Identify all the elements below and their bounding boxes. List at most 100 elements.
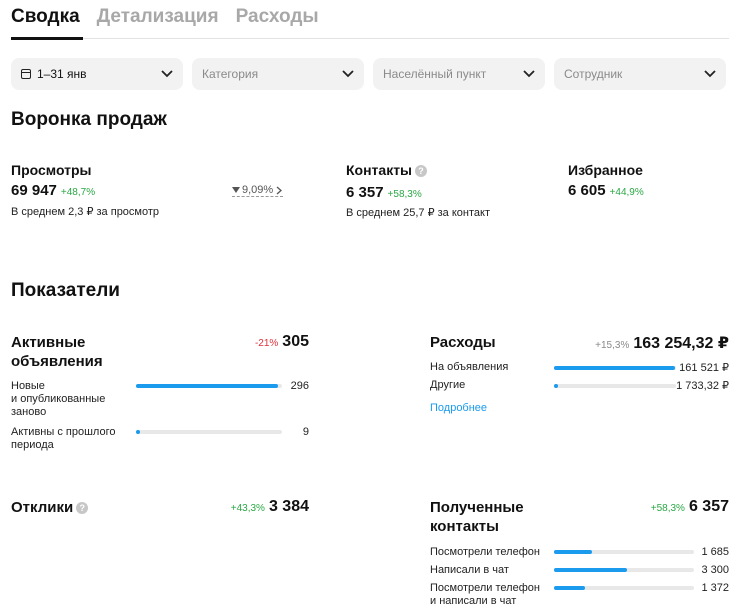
views-note: В среднем 2,3 ₽ за просмотр (11, 206, 160, 218)
bar-fill (554, 550, 592, 554)
contacts-number: 6 357 (346, 184, 384, 201)
locality-filter[interactable]: Населённый пункт (373, 58, 545, 90)
funnel-icon (232, 187, 240, 193)
active-tab-indicator (11, 37, 83, 40)
contacts-note: В среднем 25,7 ₽ за контакт (346, 207, 490, 219)
received-contacts-title-line1: Полученные (430, 499, 524, 516)
received-row-both-bar (554, 586, 694, 590)
calendar-icon (21, 69, 31, 79)
category-filter[interactable]: Категория (192, 58, 364, 90)
expenses-number: 163 254,32 ₽ (633, 335, 729, 352)
locality-filter-label: Населённый пункт (383, 67, 487, 81)
expenses-row-ads-bar (554, 366, 676, 370)
active-ads-title-line1: Активные (11, 334, 86, 351)
category-filter-label: Категория (202, 67, 259, 81)
received-contacts-title: Полученные контакты (430, 498, 524, 536)
bar-fill (136, 384, 278, 388)
active-ads-row-new-bar (136, 384, 282, 388)
active-ads-row-prev-label: Активны с прошлого периода (11, 426, 115, 452)
received-row-phone-bar (554, 550, 694, 554)
chevron-down-icon (523, 70, 535, 78)
active-ads-row-prev-bar (136, 430, 282, 434)
employee-filter-label: Сотрудник (564, 67, 623, 81)
responses-title: Отклики? (11, 498, 89, 517)
bar-fill (554, 366, 675, 370)
bar-fill (136, 430, 141, 434)
bar-fill (554, 586, 585, 590)
received-row-chat-label: Написали в чат (430, 564, 509, 576)
active-ads-number: 305 (282, 333, 309, 350)
bar-fill (554, 384, 558, 388)
received-contacts-number: 6 357 (688, 498, 729, 515)
responses-number: 3 384 (268, 498, 309, 515)
employee-filter[interactable]: Сотрудник (554, 58, 726, 90)
row-label-line: Посмотрели телефон (430, 582, 540, 594)
received-row-phone-label: Посмотрели телефон (430, 546, 540, 558)
funnel-title: Воронка продаж (11, 109, 167, 130)
views-value: 69 947 +48,7% (11, 182, 95, 199)
received-row-chat-value: 3 300 (701, 564, 729, 576)
received-contacts-title-line2: контакты (430, 518, 499, 535)
tab-bar: Сводка Детализация Расходы (11, 6, 319, 36)
row-label-line: и написали в чат (430, 595, 517, 607)
expenses-row-other-bar (554, 384, 676, 388)
info-icon[interactable]: ? (415, 165, 428, 178)
row-label-line: Активны с прошлого (11, 426, 116, 438)
chevron-down-icon (704, 70, 716, 78)
active-ads-delta: -21% (254, 338, 279, 349)
chevron-down-icon (342, 70, 354, 78)
received-row-phone-value: 1 685 (701, 546, 729, 558)
active-ads-title-line2: объявления (11, 353, 103, 370)
expenses-details-link[interactable]: Подробнее (430, 402, 487, 414)
indicators-title: Показатели (11, 280, 120, 301)
row-label-line: и опубликованные (11, 393, 106, 405)
active-ads-row-new-value: 296 (290, 380, 309, 392)
favorites-delta: +44,9% (609, 187, 644, 198)
expenses-row-other-value: 1 733,32 ₽ (676, 380, 729, 392)
tab-details[interactable]: Детализация (97, 6, 219, 36)
favorites-number: 6 605 (568, 182, 606, 199)
views-number: 69 947 (11, 182, 57, 199)
row-label-line: Новые (11, 380, 45, 392)
responses-total: +43,3% 3 384 (231, 498, 309, 516)
active-ads-total: -21% 305 (255, 333, 309, 351)
responses-title-text: Отклики (11, 499, 74, 516)
expenses-delta: +15,3% (595, 340, 630, 351)
info-icon[interactable]: ? (76, 502, 89, 515)
received-contacts-total: +58,3% 6 357 (651, 498, 729, 516)
expenses-row-ads-label: На объявления (430, 361, 509, 373)
conversion-link[interactable]: 9,09% (232, 184, 284, 197)
conversion-value: 9,09% (242, 184, 274, 196)
contacts-value: 6 357 +58,3% (346, 184, 422, 201)
favorites-title: Избранное (568, 162, 643, 178)
tab-expenses[interactable]: Расходы (236, 6, 319, 36)
row-label-line: периода (11, 439, 54, 451)
date-filter[interactable]: 1–31 янв (11, 58, 183, 90)
date-filter-label: 1–31 янв (37, 67, 87, 81)
tabs-divider (11, 38, 729, 39)
received-row-both-label: Посмотрели телефон и написали в чат (430, 582, 540, 608)
tab-summary[interactable]: Сводка (11, 6, 80, 36)
active-ads-row-new-label: Новые и опубликованные заново (11, 380, 105, 419)
expenses-total: +15,3% 163 254,32 ₽ (595, 333, 729, 353)
received-contacts-delta: +58,3% (650, 503, 685, 514)
contacts-title-text: Контакты (346, 162, 413, 178)
active-ads-title: Активные объявления (11, 333, 103, 371)
expenses-title: Расходы (430, 334, 496, 351)
chevron-down-icon (161, 70, 173, 78)
received-row-chat-bar (554, 568, 694, 572)
chevron-right-icon (276, 186, 283, 194)
row-label-line: заново (11, 406, 47, 418)
favorites-value: 6 605 +44,9% (568, 182, 644, 199)
active-ads-row-prev-value: 9 (302, 426, 309, 438)
responses-delta: +43,3% (230, 503, 265, 514)
bar-fill (554, 568, 627, 572)
views-delta: +48,7% (60, 187, 96, 198)
views-title: Просмотры (11, 162, 92, 178)
contacts-delta: +58,3% (387, 189, 422, 200)
received-row-both-value: 1 372 (701, 582, 729, 594)
expenses-row-ads-value: 161 521 ₽ (679, 362, 729, 374)
expenses-row-other-label: Другие (430, 379, 466, 391)
filter-bar: 1–31 янв Категория Населённый пункт Сотр… (11, 58, 726, 90)
contacts-title: Контакты? (346, 162, 428, 178)
